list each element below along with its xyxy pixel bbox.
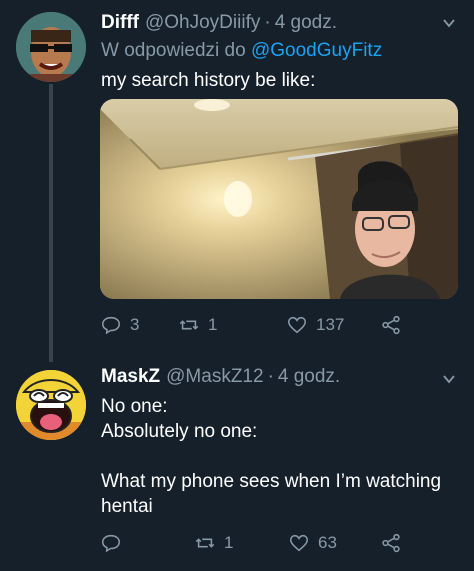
share-icon	[382, 533, 400, 553]
tweet-text: No one: Absolutely no one: What my phone…	[101, 394, 461, 519]
retweet-button[interactable]: 1	[194, 532, 233, 554]
tweet-actions: 1 63	[100, 532, 460, 558]
reply-mention-link[interactable]: @GoodGuyFitz	[251, 40, 382, 61]
tweet-text-line: No one:	[101, 396, 168, 417]
photo-room-with-man	[100, 99, 458, 299]
user-handle[interactable]: @OhJoyDiiify	[145, 12, 260, 34]
reply-icon	[101, 534, 121, 553]
user-handle[interactable]: @MaskZ12	[166, 366, 263, 388]
avatar-maskz-image	[16, 370, 86, 440]
tweet-text-line: What my phone sees when I’m watching hen…	[101, 471, 442, 517]
like-count: 137	[316, 315, 345, 334]
replying-prefix: W odpowiedzi do	[101, 40, 246, 61]
tweet-difff[interactable]: Difff @OhJoyDiiify · 4 godz. W odpowiedz…	[0, 0, 474, 362]
reply-button[interactable]: 3	[100, 314, 139, 336]
retweet-icon	[179, 320, 199, 330]
tweet-header: Difff @OhJoyDiiify · 4 godz.	[101, 12, 337, 34]
tweet-text-line: Absolutely no one:	[101, 421, 258, 442]
avatar-maskz[interactable]	[16, 370, 86, 440]
tweet-actions: 3 1 137	[100, 314, 460, 340]
heart-icon	[289, 534, 309, 552]
chevron-down-icon[interactable]	[442, 16, 456, 30]
thread-line	[49, 84, 53, 362]
avatar-difff[interactable]	[16, 12, 86, 82]
retweet-button[interactable]: 1	[178, 314, 217, 336]
retweet-count: 1	[208, 315, 218, 334]
heart-icon	[287, 316, 307, 334]
like-button[interactable]: 63	[288, 532, 337, 554]
share-button[interactable]	[380, 532, 402, 554]
tweet-text-line	[101, 444, 461, 469]
retweet-icon	[195, 538, 215, 548]
timestamp[interactable]: 4 godz.	[275, 12, 337, 34]
share-icon	[382, 315, 400, 335]
chevron-down-icon[interactable]	[442, 372, 456, 386]
replying-to: W odpowiedzi do @GoodGuyFitz	[101, 40, 382, 62]
display-name[interactable]: MaskZ	[101, 366, 160, 388]
reply-icon	[101, 316, 121, 335]
like-count: 63	[318, 533, 337, 552]
reply-count: 3	[130, 315, 140, 334]
display-name[interactable]: Difff	[101, 12, 139, 34]
separator: ·	[264, 12, 271, 33]
timestamp[interactable]: 4 godz.	[278, 366, 340, 388]
share-button[interactable]	[380, 314, 402, 336]
tweet-text: my search history be like:	[101, 70, 316, 91]
reply-button[interactable]	[100, 532, 130, 554]
avatar-difff-image	[16, 12, 86, 82]
retweet-count: 1	[224, 533, 234, 552]
tweet-header: MaskZ @MaskZ12 · 4 godz.	[101, 366, 340, 388]
tweet-media-image[interactable]	[100, 99, 458, 299]
separator: ·	[267, 366, 274, 387]
like-button[interactable]: 137	[286, 314, 344, 336]
